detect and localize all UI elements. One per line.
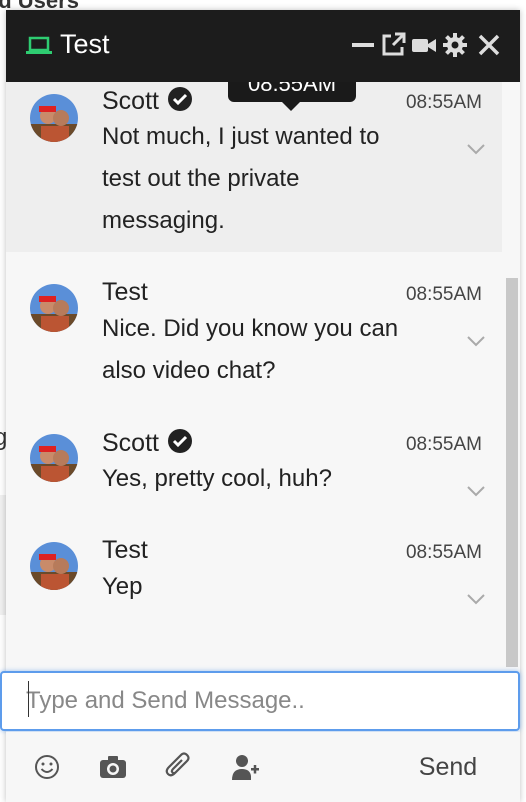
attachment-icon[interactable] — [164, 752, 194, 782]
scrollbar[interactable] — [506, 278, 518, 667]
message-input[interactable] — [2, 673, 518, 729]
sender-name: Scott — [102, 429, 159, 457]
close-icon[interactable] — [476, 32, 502, 58]
message-sender: Test — [102, 278, 148, 307]
chevron-down-icon[interactable] — [466, 142, 486, 156]
message-item: Scott 08:55AM Not much, I just wanted to… — [6, 82, 502, 252]
video-icon[interactable] — [411, 32, 437, 58]
message-line: messaging. — [102, 207, 225, 234]
message-list[interactable]: Scott 08:55AM Not much, I just wanted to… — [6, 82, 520, 667]
avatar — [30, 434, 78, 482]
message-item: Scott 08:55AM Yes, pretty cool, huh? — [6, 424, 502, 514]
message-sender: Test — [102, 536, 148, 565]
avatar — [30, 542, 78, 590]
message-time: 08:55AM — [405, 434, 482, 455]
message-sender: Scott — [102, 86, 193, 116]
message-item: Test 08:55AM Yep — [6, 532, 502, 622]
message-line: Not much, I just wanted to — [102, 123, 380, 150]
message-item: Test 08:55AM Nice. Did you know you can … — [6, 274, 502, 404]
chevron-down-icon[interactable] — [466, 334, 486, 348]
message-time: 08:55AM — [405, 542, 482, 563]
sender-name: Scott — [102, 87, 159, 115]
compose-toolbar: Send — [6, 732, 520, 802]
message-time: 08:55AM — [405, 284, 482, 305]
message-line: test out the private — [102, 165, 300, 192]
message-line: Nice. Did you know you can — [102, 315, 399, 342]
chat-header: Test — [6, 10, 520, 82]
message-body: Nice. Did you know you can also video ch… — [102, 308, 462, 392]
message-sender: Scott — [102, 428, 193, 458]
add-user-icon[interactable] — [230, 752, 260, 782]
send-button[interactable]: Send — [398, 748, 498, 786]
message-line: Yes, pretty cool, huh? — [102, 465, 332, 492]
sender-name: Test — [102, 278, 148, 306]
emoji-icon[interactable] — [32, 752, 62, 782]
message-line: Yep — [102, 573, 143, 600]
avatar — [30, 284, 78, 332]
message-body: Not much, I just wanted to test out the … — [102, 116, 422, 242]
chevron-down-icon[interactable] — [466, 592, 486, 606]
laptop-icon — [26, 36, 52, 54]
compose-box[interactable] — [0, 671, 520, 731]
popout-icon[interactable] — [380, 32, 406, 58]
camera-icon[interactable] — [98, 752, 128, 782]
minimize-icon[interactable] — [350, 32, 376, 58]
settings-icon[interactable] — [442, 32, 468, 58]
message-body: Yep — [102, 566, 422, 608]
text-caret — [28, 681, 29, 717]
verified-icon — [167, 87, 192, 111]
message-line: also video chat? — [102, 357, 276, 384]
message-time: 08:55AM — [405, 92, 482, 113]
sender-name: Test — [102, 536, 148, 564]
chat-window: Test Scott 08:55AM Not much, I just want… — [0, 10, 520, 802]
verified-icon — [167, 429, 192, 453]
timestamp-tooltip: 08:55AM — [228, 82, 356, 102]
chat-title: Test — [60, 29, 110, 59]
avatar — [30, 94, 78, 142]
chevron-down-icon[interactable] — [466, 484, 486, 498]
tooltip-arrow — [282, 102, 300, 111]
message-body: Yes, pretty cool, huh? — [102, 458, 422, 500]
